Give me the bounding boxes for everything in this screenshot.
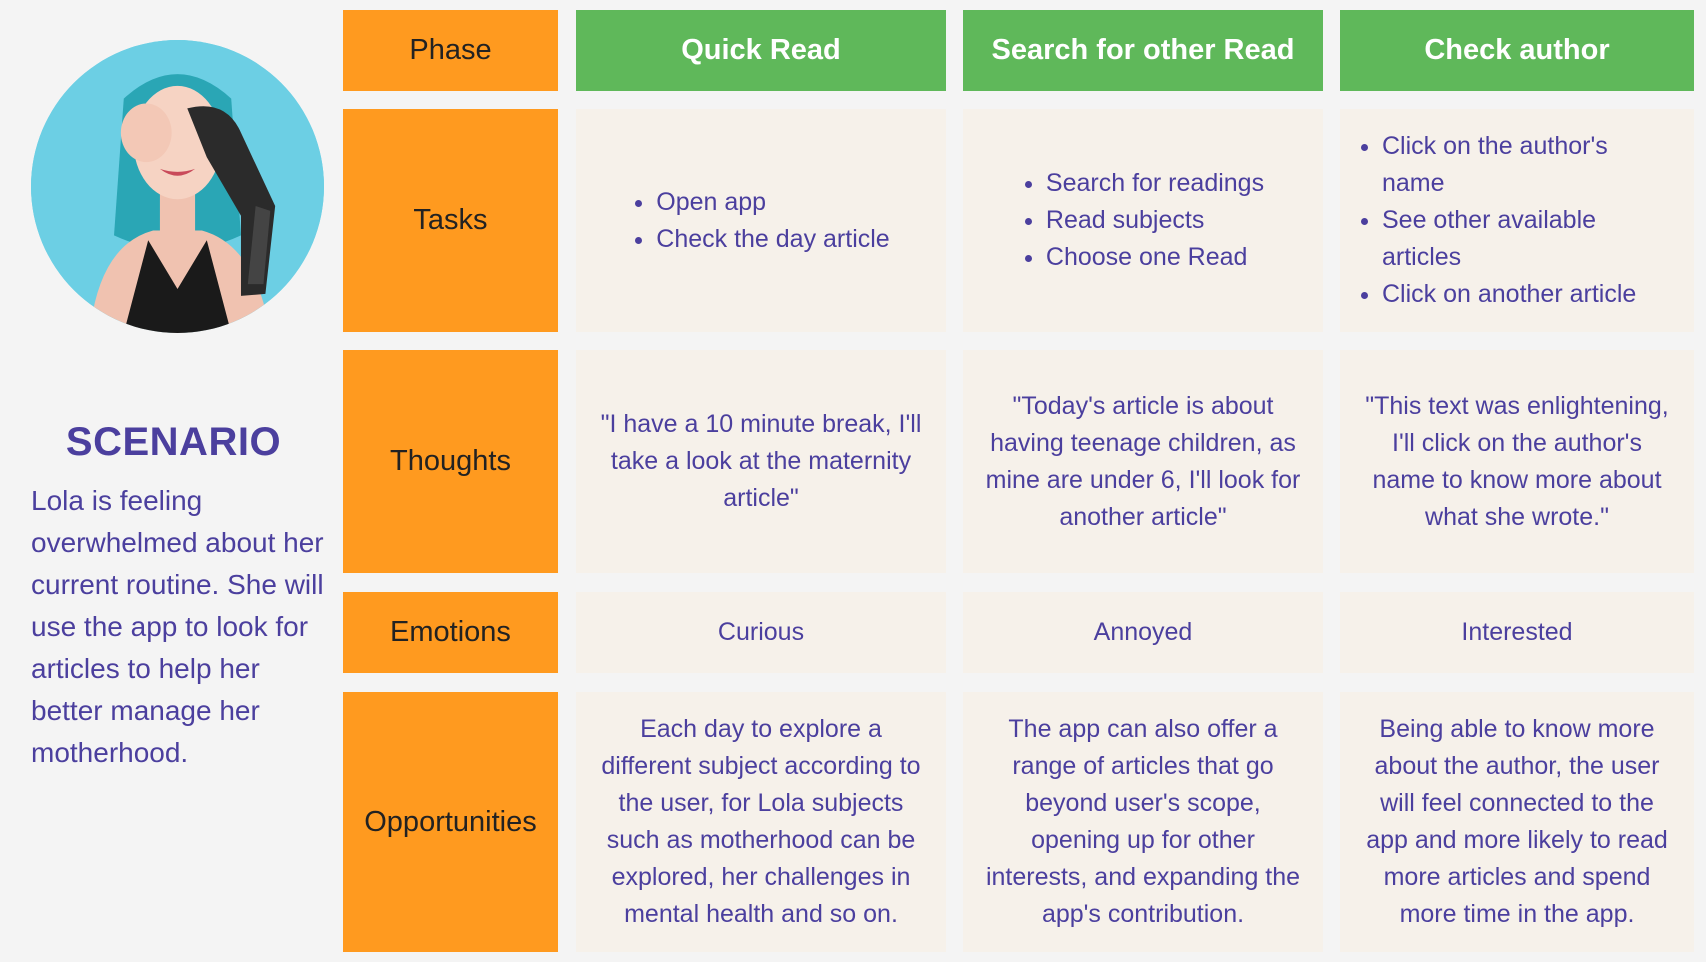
scenario-text: Lola is feeling overwhelmed about her cu… <box>31 485 324 768</box>
scenario-title: SCENARIO <box>65 420 282 464</box>
phase-header-check-author: Check author <box>1340 10 1694 91</box>
task-item: Search for readings <box>1046 165 1264 202</box>
emotion-cell-check-author: Interested <box>1340 592 1694 673</box>
tasks-cell-search-for-other-read: Search for readings Read subjects Choose… <box>963 109 1323 332</box>
task-item: Choose one Read <box>1046 239 1264 276</box>
tasks-list: Search for readings Read subjects Choose… <box>1022 165 1264 276</box>
phase-header-quick-read: Quick Read <box>576 10 946 91</box>
persona-avatar <box>31 40 324 333</box>
row-label-tasks: Tasks <box>343 109 558 332</box>
row-label-opportunities: Opportunities <box>343 692 558 952</box>
task-item: Read subjects <box>1046 202 1264 239</box>
tasks-cell-check-author: Click on the author's name See other ava… <box>1340 109 1694 332</box>
task-item: Click on the author's name <box>1382 128 1676 202</box>
tasks-list: Open app Check the day article <box>632 184 889 258</box>
row-label-emotions: Emotions <box>343 592 558 673</box>
emotion-cell-quick-read: Curious <box>576 592 946 673</box>
phase-header-search-for-other-read: Search for other Read <box>963 10 1323 91</box>
emotion-cell-search-for-other-read: Annoyed <box>963 592 1323 673</box>
opportunity-cell-quick-read: Each day to explore a different subject … <box>576 692 946 952</box>
task-item: Open app <box>656 184 889 221</box>
task-item: See other available articles <box>1382 202 1676 276</box>
persona-photo-icon <box>31 40 324 333</box>
task-item: Click on another article <box>1382 276 1676 313</box>
task-item: Check the day article <box>656 221 889 258</box>
opportunity-cell-search-for-other-read: The app can also offer a range of articl… <box>963 692 1323 952</box>
thought-cell-check-author: "This text was enlightening, I'll click … <box>1340 350 1694 573</box>
phase-label: Phase <box>343 10 558 91</box>
tasks-cell-quick-read: Open app Check the day article <box>576 109 946 332</box>
thought-cell-quick-read: "I have a 10 minute break, I'll take a l… <box>576 350 946 573</box>
row-label-thoughts: Thoughts <box>343 350 558 573</box>
tasks-list: Click on the author's name See other ava… <box>1358 128 1676 313</box>
opportunity-cell-check-author: Being able to know more about the author… <box>1340 692 1694 952</box>
thought-cell-search-for-other-read: "Today's article is about having teenage… <box>963 350 1323 573</box>
